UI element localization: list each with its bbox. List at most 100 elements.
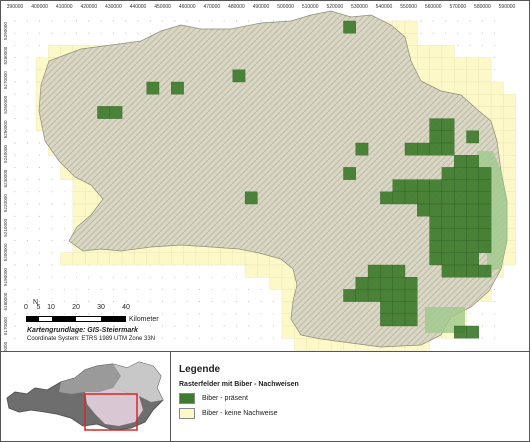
raster-cell-present xyxy=(466,264,480,278)
raster-cell-present xyxy=(441,203,455,217)
raster-cell-empty xyxy=(503,142,516,156)
grid-dot xyxy=(26,105,28,107)
raster-cell-empty xyxy=(417,45,430,58)
raster-cell-present xyxy=(429,252,443,266)
grid-dot xyxy=(88,288,90,290)
grid-dot xyxy=(223,288,225,290)
x-tick-label: 500000 xyxy=(277,4,294,10)
grid-dot xyxy=(199,301,200,303)
grid-dot xyxy=(63,301,65,303)
grid-dot xyxy=(481,20,483,22)
grid-dot xyxy=(223,276,225,278)
raster-cell-present xyxy=(441,179,455,193)
raster-cell-present xyxy=(441,240,455,254)
grid-dot xyxy=(248,288,250,290)
raster-cell-present xyxy=(429,228,443,241)
raster-cell-present xyxy=(478,228,492,241)
scale-bar xyxy=(26,316,126,322)
grid-dot xyxy=(26,227,28,229)
grid-dot xyxy=(26,118,28,120)
grid-dot xyxy=(260,313,262,315)
grid-dot xyxy=(14,69,16,71)
grid-dot xyxy=(199,313,200,315)
raster-cell-present xyxy=(466,240,480,254)
raster-cell-present xyxy=(466,228,480,241)
scale-block: N 0 5 10 20 30 40 Kilometer Kartengrundlage: … xyxy=(23,299,173,352)
grid-dot xyxy=(14,240,16,242)
grid-dot xyxy=(199,276,200,278)
raster-cell-empty xyxy=(171,252,184,266)
legend-title: Legende xyxy=(179,364,221,375)
raster-cell-empty xyxy=(134,252,147,266)
grid-dot xyxy=(481,313,483,315)
grid-dot xyxy=(39,264,41,266)
grid-dot xyxy=(494,337,496,339)
austria-overview-map xyxy=(6,361,164,431)
grid-dot xyxy=(51,301,53,303)
raster-cell-empty xyxy=(429,69,443,83)
grid-dot xyxy=(14,191,16,193)
scale-number: 10 xyxy=(47,304,55,311)
raster-cell-present xyxy=(454,264,467,278)
grid-dot xyxy=(235,301,237,303)
grid-dot xyxy=(235,288,237,290)
grid-dot xyxy=(112,20,114,22)
raster-cell-present xyxy=(441,252,455,266)
raster-cell-present xyxy=(417,203,430,217)
grid-dot xyxy=(14,179,16,181)
grid-dot xyxy=(469,32,471,34)
grid-dot xyxy=(199,337,200,339)
grid-dot xyxy=(76,301,77,303)
grid-dot xyxy=(112,32,114,34)
x-tick-label: 450000 xyxy=(154,4,171,10)
raster-cell-present xyxy=(380,191,393,205)
raster-cell-empty xyxy=(281,277,295,290)
grid-dot xyxy=(14,252,16,254)
grid-dot xyxy=(76,276,77,278)
raster-cell-present xyxy=(417,142,430,156)
raster-cell-present xyxy=(355,142,369,156)
grid-dot xyxy=(199,20,200,22)
grid-dot xyxy=(88,276,90,278)
y-tick-label: 5230000 xyxy=(3,169,8,187)
grid-dot xyxy=(14,166,16,168)
grid-dot xyxy=(494,57,496,59)
map-credit: Kartengrundlage: GIS-Steiermark xyxy=(27,327,138,334)
y-tick-label: 5250000 xyxy=(3,120,8,138)
grid-dot xyxy=(100,20,102,22)
raster-cell-present xyxy=(232,69,246,83)
raster-cell-empty xyxy=(429,57,443,70)
grid-dot xyxy=(76,20,77,22)
grid-dot xyxy=(260,325,262,327)
scale-number: 0 xyxy=(24,304,28,311)
grid-dot xyxy=(39,154,41,156)
raster-cell-present xyxy=(466,191,480,205)
grid-dot xyxy=(149,301,151,303)
grid-dot xyxy=(186,288,188,290)
y-tick-label: 5170000 xyxy=(3,317,8,335)
grid-dot xyxy=(39,301,41,303)
raster-cell-empty xyxy=(429,45,443,58)
grid-dot xyxy=(14,93,16,95)
grid-dot xyxy=(51,32,53,34)
grid-dot xyxy=(272,325,274,327)
grid-dot xyxy=(51,179,53,181)
raster-cell-empty xyxy=(490,81,504,95)
grid-dot xyxy=(223,301,225,303)
raster-cell-present xyxy=(454,252,467,266)
legend-label-absent: Biber - keine Nachweise xyxy=(202,409,278,417)
legend-item-present: Biber - präsent xyxy=(179,392,248,404)
raster-cell-present xyxy=(429,118,443,131)
grid-dot xyxy=(14,325,16,327)
x-tick-label: 390000 xyxy=(7,4,24,10)
x-tick-label: 540000 xyxy=(376,4,393,10)
grid-dot xyxy=(26,240,28,242)
grid-dot xyxy=(26,166,28,168)
raster-cell-present xyxy=(392,289,406,302)
raster-cell-empty xyxy=(269,264,283,278)
x-tick-label: 440000 xyxy=(130,4,147,10)
grid-dot xyxy=(14,203,16,205)
grid-dot xyxy=(14,130,16,132)
grid-dot xyxy=(51,227,53,229)
raster-cell-empty xyxy=(281,325,295,339)
